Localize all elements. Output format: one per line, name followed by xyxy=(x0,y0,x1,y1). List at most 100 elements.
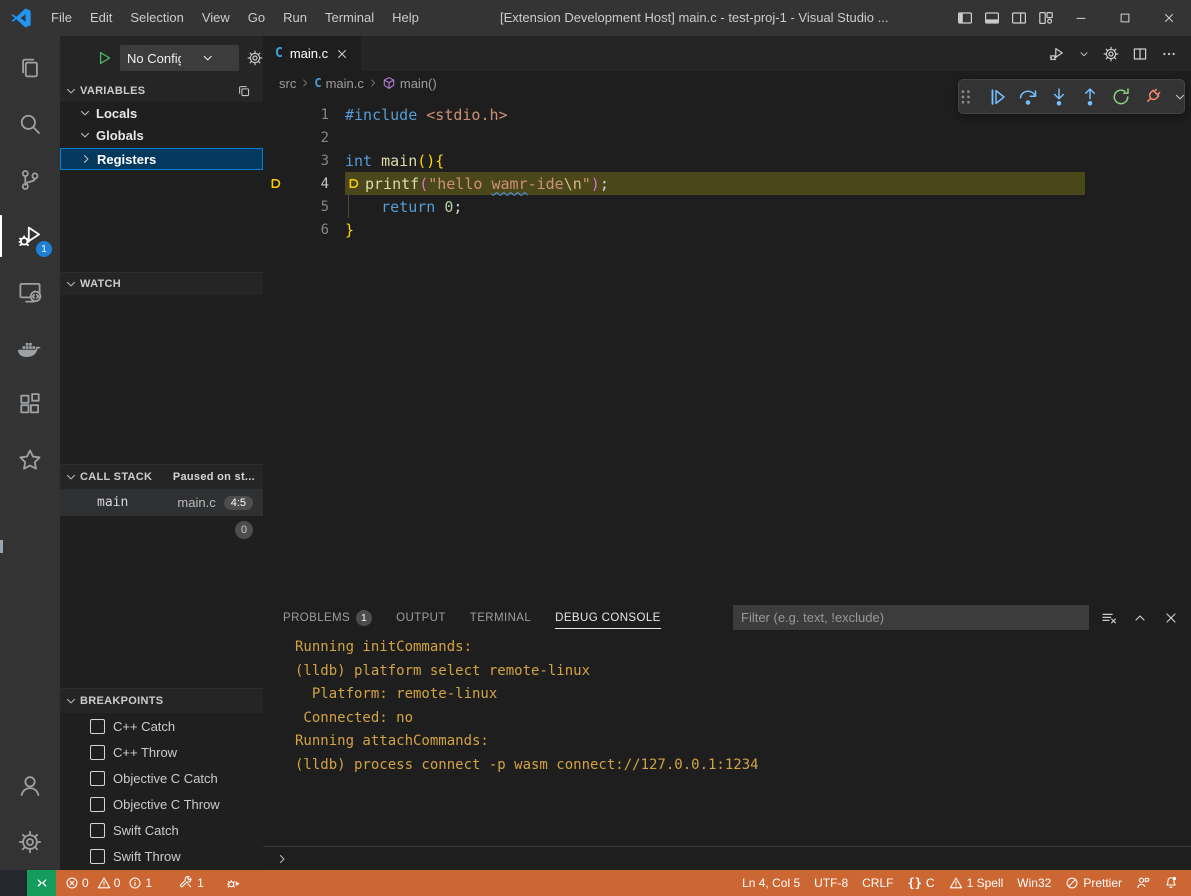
menu-go[interactable]: Go xyxy=(239,0,274,36)
panel-tab-debug-console[interactable]: DEBUG CONSOLE xyxy=(555,600,661,636)
variables-row-registers[interactable]: Registers xyxy=(60,148,263,170)
run-or-debug-button[interactable] xyxy=(1049,46,1065,62)
close-panel-button[interactable] xyxy=(1163,610,1179,626)
clear-console-icon xyxy=(1101,610,1117,626)
frame-file: main.c xyxy=(177,495,215,510)
variables-row-globals[interactable]: Globals xyxy=(60,124,263,146)
layout-panel-button[interactable] xyxy=(978,0,1005,36)
variables-header[interactable]: VARIABLES xyxy=(60,80,263,102)
clear-console-button[interactable] xyxy=(1101,610,1117,626)
status-crlf[interactable]: CRLF xyxy=(855,870,900,896)
remote-icon xyxy=(35,876,49,890)
panel-tab-terminal[interactable]: TERMINAL xyxy=(470,600,531,636)
checkbox[interactable] xyxy=(90,797,105,812)
menu-view[interactable]: View xyxy=(193,0,239,36)
layout-customize-button[interactable] xyxy=(1032,0,1059,36)
status-tools[interactable]: 1 xyxy=(172,870,211,896)
breakpoint-objective-c-catch[interactable]: Objective C Catch xyxy=(60,765,263,791)
activity-run-and-debug[interactable]: 1 xyxy=(0,210,60,262)
debug-console-input[interactable] xyxy=(263,846,1191,870)
breakpoint-objective-c-throw[interactable]: Objective C Throw xyxy=(60,791,263,817)
debug-continue-button[interactable] xyxy=(987,87,1007,107)
minimize-button[interactable] xyxy=(1059,0,1103,36)
breakpoint-gutter[interactable] xyxy=(263,176,289,191)
status-debug[interactable] xyxy=(219,870,248,896)
close-button[interactable] xyxy=(1147,0,1191,36)
error-count: 0 xyxy=(82,876,89,890)
collapse-panel-button[interactable] xyxy=(1132,610,1148,626)
checkbox[interactable] xyxy=(90,771,105,786)
status-problems[interactable]: 0 0 1 xyxy=(58,870,164,896)
layout-secondary-sidebar-button[interactable] xyxy=(1005,0,1032,36)
panel-tab-output[interactable]: OUTPUT xyxy=(396,600,446,636)
activity-star[interactable] xyxy=(0,434,60,486)
activity-search[interactable] xyxy=(0,98,60,150)
breadcrumb-item-main[interactable]: main() xyxy=(382,76,437,91)
status-bell-dot[interactable] xyxy=(1157,870,1185,896)
checkbox[interactable] xyxy=(90,849,105,864)
menu-file[interactable]: File xyxy=(42,0,81,36)
tools-count: 1 xyxy=(197,876,204,890)
debug-step-over-button[interactable] xyxy=(1018,87,1038,107)
call-stack-header[interactable]: CALL STACK Paused on st... xyxy=(60,464,263,489)
breakpoint-c-throw[interactable]: C++ Throw xyxy=(60,739,263,765)
debug-step-out-button[interactable] xyxy=(1080,87,1100,107)
layout-sidebar-button[interactable] xyxy=(951,0,978,36)
activity-explorer[interactable] xyxy=(0,42,60,94)
thread-row[interactable]: 0 xyxy=(60,516,263,543)
split-editor-button[interactable] xyxy=(1132,46,1148,62)
remote-indicator[interactable] xyxy=(27,870,56,896)
activity-remote-explorer[interactable] xyxy=(0,266,60,318)
checkbox[interactable] xyxy=(90,719,105,734)
status-feedback[interactable] xyxy=(1129,870,1157,896)
debug-configuration-dropdown[interactable]: No Configurat xyxy=(120,45,239,71)
watch-header[interactable]: WATCH xyxy=(60,272,263,295)
status-1-spell[interactable]: 1 Spell xyxy=(942,870,1011,896)
menu-selection[interactable]: Selection xyxy=(121,0,192,36)
status-ln-4-col-5[interactable]: Ln 4, Col 5 xyxy=(735,870,807,896)
debug-chevron-down-button[interactable] xyxy=(1173,90,1187,104)
debug-disconnect-button[interactable] xyxy=(1142,87,1162,107)
stack-frame-row[interactable]: main main.c 4:5 xyxy=(60,489,263,516)
activity-accounts[interactable] xyxy=(0,774,60,798)
checkbox[interactable] xyxy=(90,745,105,760)
debug-restart-button[interactable] xyxy=(1111,87,1131,107)
checkbox[interactable] xyxy=(90,823,105,838)
code-editor[interactable]: 1 #include <stdio.h> 2 3 int main(){ 4 p… xyxy=(263,95,1191,608)
copy-icon[interactable] xyxy=(237,84,251,98)
breadcrumb-item-src[interactable]: src xyxy=(279,76,296,91)
menu-edit[interactable]: Edit xyxy=(81,0,121,36)
chevron-down-button[interactable] xyxy=(1078,48,1090,60)
console-filter-input[interactable] xyxy=(733,605,1089,630)
menu-terminal[interactable]: Terminal xyxy=(316,0,383,36)
status-prettier[interactable]: Prettier xyxy=(1058,870,1129,896)
tab-main-c[interactable]: C main.c xyxy=(263,36,361,71)
breakpoint-swift-throw[interactable]: Swift Throw xyxy=(60,843,263,869)
breakpoint-swift-catch[interactable]: Swift Catch xyxy=(60,817,263,843)
more-actions-button[interactable] xyxy=(1161,46,1177,62)
menu-run[interactable]: Run xyxy=(274,0,316,36)
panel-tab-problems[interactable]: PROBLEMS 1 xyxy=(283,600,372,636)
continue-icon xyxy=(987,87,1007,107)
debug-step-into-button[interactable] xyxy=(1049,87,1069,107)
activity-extensions[interactable] xyxy=(0,378,60,430)
status-win32[interactable]: Win32 xyxy=(1010,870,1058,896)
activity-manage[interactable] xyxy=(0,830,60,854)
drag-grip-icon xyxy=(956,87,976,107)
activity-source-control[interactable] xyxy=(0,154,60,206)
status-c[interactable]: {}C xyxy=(900,870,941,896)
left-edge-marker xyxy=(0,540,3,553)
close-tab-icon[interactable] xyxy=(335,47,349,61)
breakpoint-c-catch[interactable]: C++ Catch xyxy=(60,713,263,739)
settings-gear-button[interactable] xyxy=(1103,46,1119,62)
debug-drag-grip-button[interactable] xyxy=(956,87,976,107)
status-utf-8[interactable]: UTF-8 xyxy=(807,870,855,896)
breakpoints-header[interactable]: BREAKPOINTS xyxy=(60,688,263,713)
start-debugging-button[interactable] xyxy=(96,50,112,66)
activity-docker[interactable] xyxy=(0,322,60,374)
breadcrumb-item-main-c[interactable]: Cmain.c xyxy=(314,76,364,91)
menu-help[interactable]: Help xyxy=(383,0,428,36)
open-launch-json-button[interactable] xyxy=(247,50,263,66)
variables-row-locals[interactable]: Locals xyxy=(60,102,263,124)
maximize-button[interactable] xyxy=(1103,0,1147,36)
